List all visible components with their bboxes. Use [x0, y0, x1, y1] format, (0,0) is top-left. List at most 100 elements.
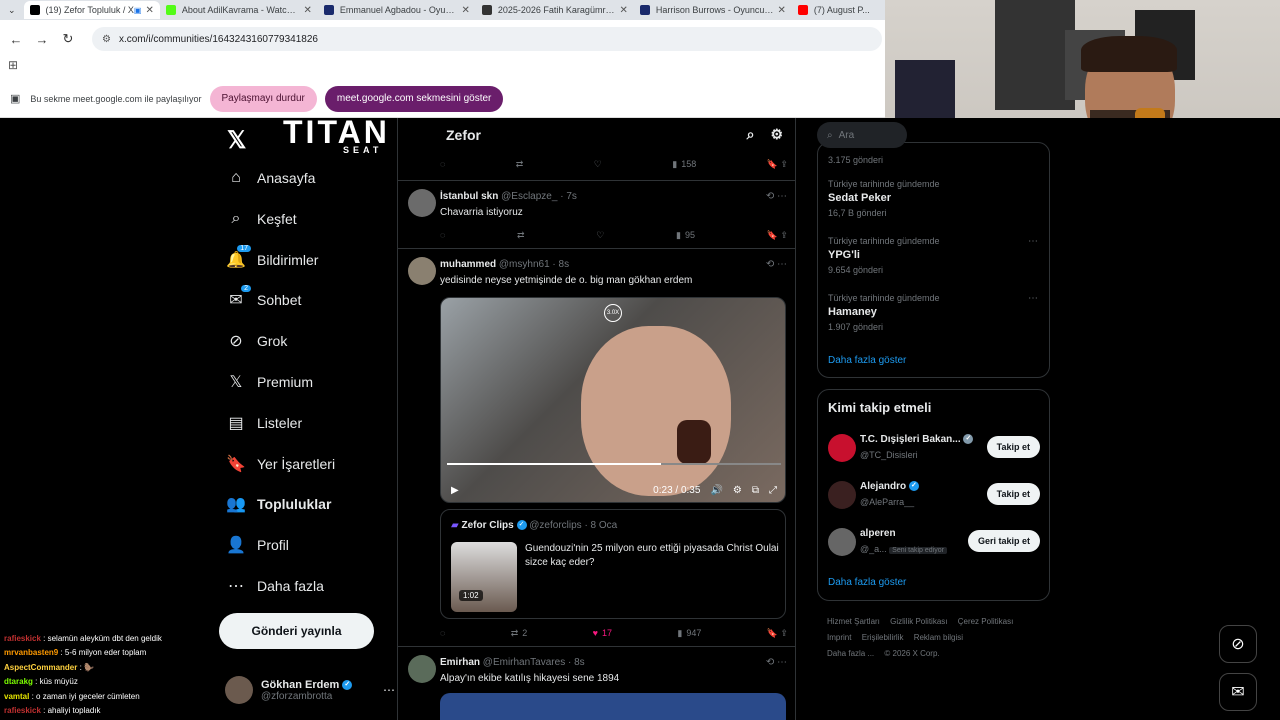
post[interactable]: Emirhan @EmirhanTavares · 8s ⟲ ⋯ Alpay'ı… — [398, 646, 795, 720]
sidebar-item-profil[interactable]: 👤 Profil — [226, 533, 289, 557]
quoted-post[interactable]: ▰ Zefor Clips ✓ @zeforclips · 8 Oca 1:02… — [440, 509, 786, 619]
sidebar-item-grok[interactable]: ⊘ Grok — [227, 329, 287, 353]
post[interactable]: muhammed @msyhn61 · 8s ⟲ ⋯ yedisinde ney… — [398, 248, 795, 646]
footer-link[interactable]: Gizlilik Politikası — [890, 617, 947, 626]
close-tab-icon[interactable]: ✕ — [461, 5, 469, 16]
reply-icon[interactable]: ◌ — [440, 628, 445, 638]
follow-back-button[interactable]: Geri takip et — [967, 530, 1040, 552]
x-logo-icon[interactable]: 𝕏 — [227, 126, 246, 155]
settings-icon[interactable]: ⚙ — [733, 485, 742, 496]
forward-icon[interactable]: → — [34, 32, 50, 47]
apps-icon[interactable]: ⊞ — [0, 58, 885, 80]
progress-bar[interactable] — [447, 463, 781, 465]
repost-icon[interactable]: ⇄ — [517, 230, 525, 241]
verified-icon: ✓ — [963, 434, 974, 445]
close-tab-icon[interactable]: ✕ — [619, 5, 627, 16]
messages-icon[interactable]: ✉ — [1219, 673, 1257, 711]
url-field[interactable]: ⚙ x.com/i/communities/1643243160779341826 — [92, 27, 882, 51]
more-icon[interactable]: ⋯ — [383, 683, 395, 697]
repost-icon[interactable]: ⇄ — [516, 159, 524, 170]
more-icon[interactable]: ⟲ ⋯ — [766, 259, 787, 270]
back-icon[interactable]: ← — [8, 32, 24, 47]
post-button[interactable]: Gönderi yayınla — [219, 613, 374, 649]
sidebar-item-yer-i-şaretleri[interactable]: 🔖 Yer İşaretleri — [226, 452, 335, 476]
close-tab-icon[interactable]: ✕ — [777, 5, 785, 16]
stop-sharing-button[interactable]: Paylaşmayı durdur — [209, 85, 317, 112]
playback-speed[interactable]: 3.0X — [604, 304, 622, 322]
trend-item[interactable]: Türkiye tarihinde gündemde YPG'li 9.654 gö… — [828, 236, 1038, 275]
repost-icon[interactable]: ⇄ 2 — [511, 628, 528, 639]
post[interactable]: İstanbul skn @Esclapze_ · 7s ⟲ ⋯ Chavarr… — [398, 180, 795, 248]
footer-link[interactable]: Daha fazla ... — [827, 649, 874, 658]
grok-icon[interactable]: ⊘ — [1219, 625, 1257, 663]
fullscreen-icon[interactable]: ⤢ — [769, 485, 777, 496]
show-more-link[interactable]: Daha fazla göster — [828, 355, 906, 366]
gear-icon[interactable]: ⚙ — [770, 126, 783, 143]
video-player[interactable]: 3.0X ▶ 0:23 / 0:35 🔊 ⚙ ⧉ ⤢ — [440, 297, 786, 503]
sidebar-item-bildirimler[interactable]: 🔔 17 Bildirimler — [226, 244, 318, 272]
like-icon[interactable]: ♡ — [596, 230, 604, 241]
like-icon[interactable]: ♡ — [594, 159, 602, 170]
sidebar-item-anasayfa[interactable]: ⌂ Anasayfa — [227, 166, 315, 190]
more-icon[interactable]: ⟲ ⋯ — [766, 191, 787, 202]
tab-3[interactable]: 2025-2026 Fatih Karagümrük S...✕ — [476, 1, 634, 19]
sidebar-item-topluluklar[interactable]: 👥 Topluluklar — [226, 492, 331, 516]
tab-2[interactable]: Emmanuel Agbadou - Oyuncu... ✕ — [318, 1, 476, 19]
reply-icon[interactable]: ◌ — [440, 159, 445, 169]
close-tab-icon[interactable]: ✕ — [145, 5, 153, 16]
reload-icon[interactable]: ↻ — [60, 31, 76, 47]
pip-icon[interactable]: ⧉ — [752, 485, 759, 496]
follow-suggestion[interactable]: alperen @_a... Seni takip ediyor Geri ta… — [828, 526, 1040, 558]
avatar[interactable] — [828, 481, 856, 509]
sidebar-item-listeler[interactable]: ▤ Listeler — [227, 411, 302, 435]
footer-link[interactable]: Erişilebilirlik — [862, 633, 904, 642]
show-tab-button[interactable]: meet.google.com sekmesini göster — [324, 85, 504, 112]
footer-link[interactable]: Hizmet Şartları — [827, 617, 880, 626]
like-icon[interactable]: ♥ 17 — [593, 628, 612, 638]
footer-link[interactable]: Çerez Politikası — [958, 617, 1014, 626]
trend-item[interactable]: Türkiye tarihinde gündemde Hamaney 1.907 g… — [828, 293, 1038, 332]
footer-link[interactable]: Imprint — [827, 633, 851, 642]
follow-button[interactable]: Takip et — [986, 436, 1040, 458]
post-media[interactable] — [440, 693, 786, 720]
follow-suggestion[interactable]: Alejandro ✓ @AleParra__ Takip et — [828, 479, 1040, 511]
play-icon[interactable]: ▶ — [451, 485, 459, 496]
follow-button[interactable]: Takip et — [986, 483, 1040, 505]
bookmark-share-icons[interactable]: 🔖 ⇪ — [767, 628, 788, 639]
tab-4[interactable]: Harrison Burrows - Oyuncu pro...✕ — [634, 1, 792, 19]
quote-thumbnail[interactable] — [451, 542, 517, 612]
views-icon[interactable]: ▮ 95 — [676, 230, 695, 241]
views-icon[interactable]: ▮ 158 — [672, 159, 696, 170]
sidebar-item-keşfet[interactable]: ⌕ Keşfet — [227, 207, 297, 231]
sidebar-item-premium[interactable]: 𝕏 Premium — [227, 370, 313, 394]
tab-0[interactable]: (19) Zefor Topluluk / X ▣ ✕ — [23, 1, 160, 19]
volume-icon[interactable]: 🔊 — [710, 485, 722, 496]
tab-5[interactable]: (7) August P... — [792, 1, 885, 19]
reply-icon[interactable]: ◌ — [440, 230, 445, 240]
avatar[interactable] — [408, 655, 436, 683]
site-info-icon[interactable]: ⚙ — [102, 34, 111, 45]
more-icon[interactable]: ⋯ — [1028, 293, 1038, 304]
avatar[interactable] — [828, 434, 856, 462]
sidebar-item-daha-fazla[interactable]: ⋯ Daha fazla — [227, 574, 324, 598]
views-icon[interactable]: ▮ 947 — [677, 628, 701, 639]
bookmark-share-icons[interactable]: 🔖 ⇪ — [767, 230, 788, 241]
tab-1[interactable]: About AdilKavrama - Watch Li... ✕ — [160, 1, 318, 19]
avatar[interactable] — [408, 257, 436, 285]
more-icon[interactable]: ⋯ — [1028, 236, 1038, 247]
trend-item[interactable]: 3.175 gönderi — [828, 151, 1038, 165]
close-tab-icon[interactable]: ✕ — [303, 5, 311, 16]
avatar[interactable] — [828, 528, 856, 556]
avatar[interactable] — [408, 189, 436, 217]
tab-list-icon[interactable]: ⌄ — [0, 5, 24, 16]
trend-item[interactable]: Türkiye tarihinde gündemde Sedat Peker 16,… — [828, 179, 1038, 218]
footer-link[interactable]: Reklam bilgisi — [914, 633, 963, 642]
account-switcher[interactable]: Gökhan Erdem ✓ @zforzambrotta ⋯ — [225, 670, 395, 710]
search-input[interactable]: ⌕ Ara — [817, 122, 907, 148]
search-icon[interactable]: ⌕ — [747, 126, 755, 143]
more-icon[interactable]: ⟲ ⋯ — [766, 657, 787, 668]
sidebar-item-sohbet[interactable]: ✉ 2 Sohbet — [227, 285, 301, 312]
follow-suggestion[interactable]: T.C. Dışişleri Bakan... ✓ @TC_Disisleri … — [828, 432, 1040, 464]
bookmark-share-icons[interactable]: 🔖 ⇪ — [767, 159, 788, 170]
show-more-link[interactable]: Daha fazla göster — [828, 577, 906, 588]
